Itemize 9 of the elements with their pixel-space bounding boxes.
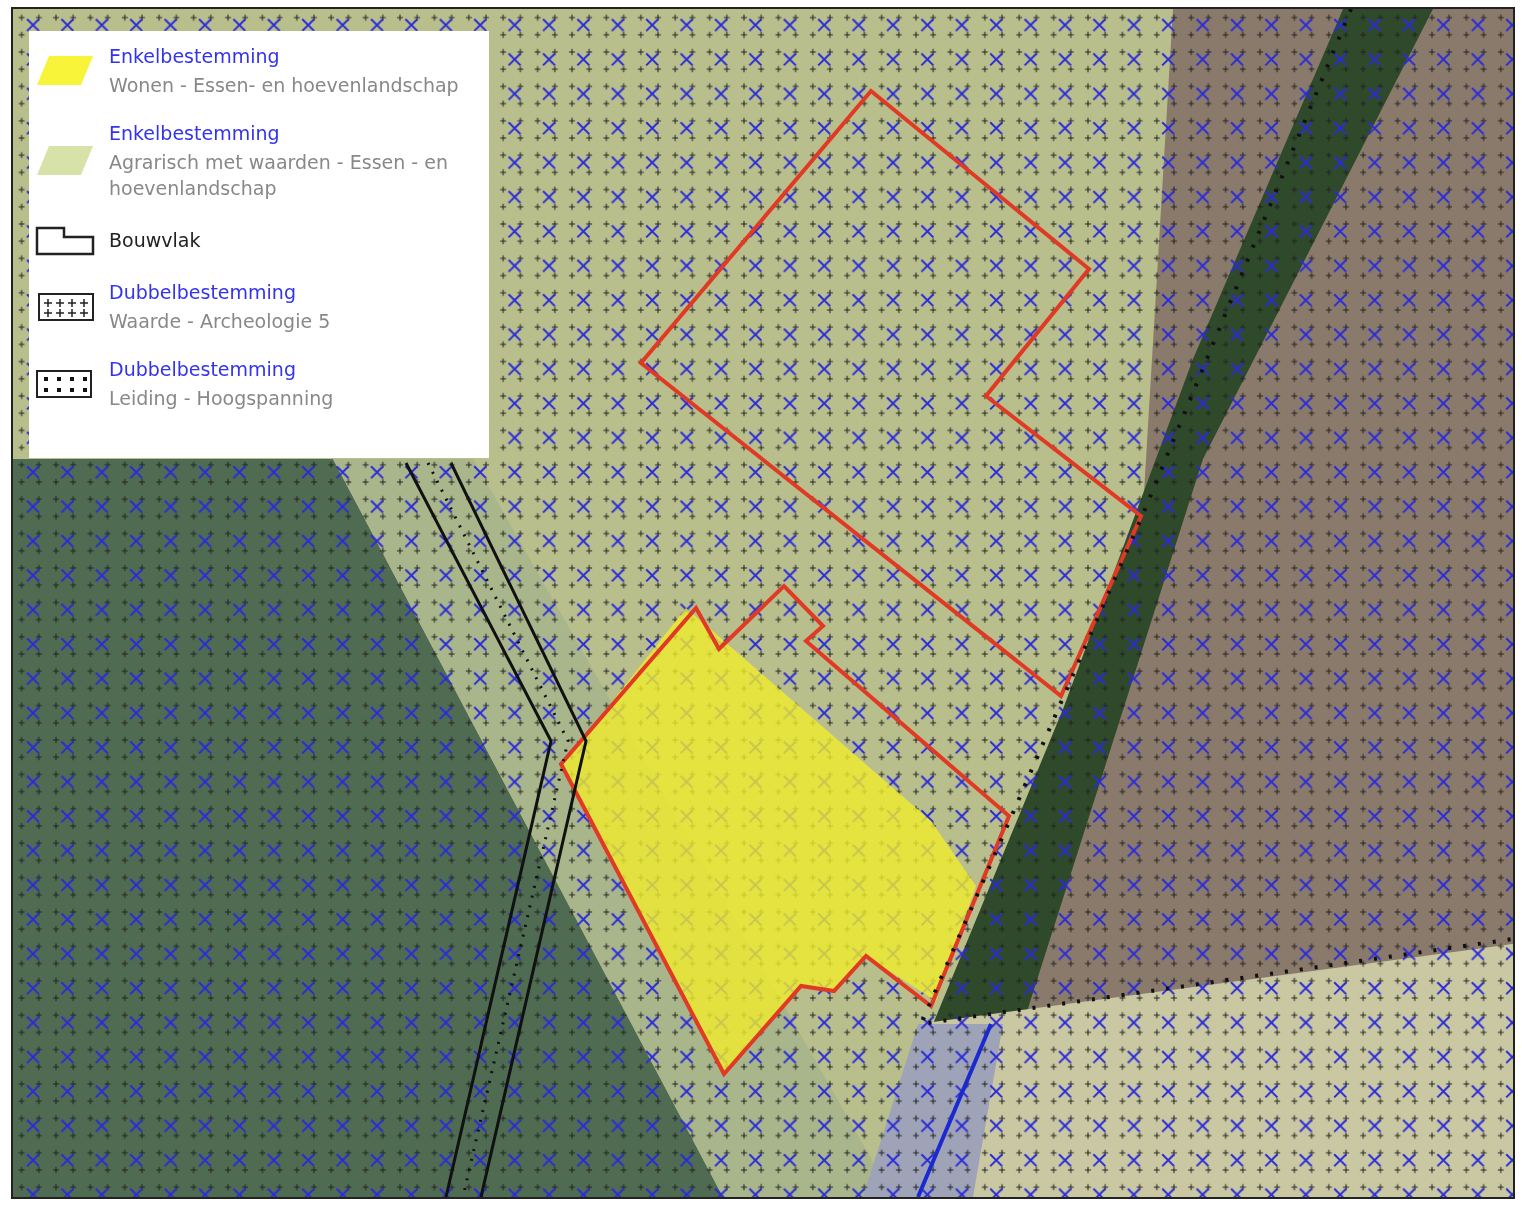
legend-title-link[interactable]: Enkelbestemming <box>109 43 459 69</box>
legend-description: Waarde - Archeologie 5 <box>109 309 331 334</box>
legend-title-link[interactable]: Dubbelbestemming <box>109 279 331 305</box>
legend-description: Wonen - Essen- en hoevenlandschap <box>109 73 459 98</box>
legend-title-link[interactable]: Dubbelbestemming <box>109 356 334 382</box>
legend-description: Agrarisch met waarden - Essen - en hoevenlandschap <box>109 150 449 201</box>
legend-label: Bouwvlak <box>109 228 201 253</box>
legend-title-link[interactable]: Enkelbestemming <box>109 120 481 146</box>
legend-description: Leiding - Hoogspanning <box>109 386 334 411</box>
